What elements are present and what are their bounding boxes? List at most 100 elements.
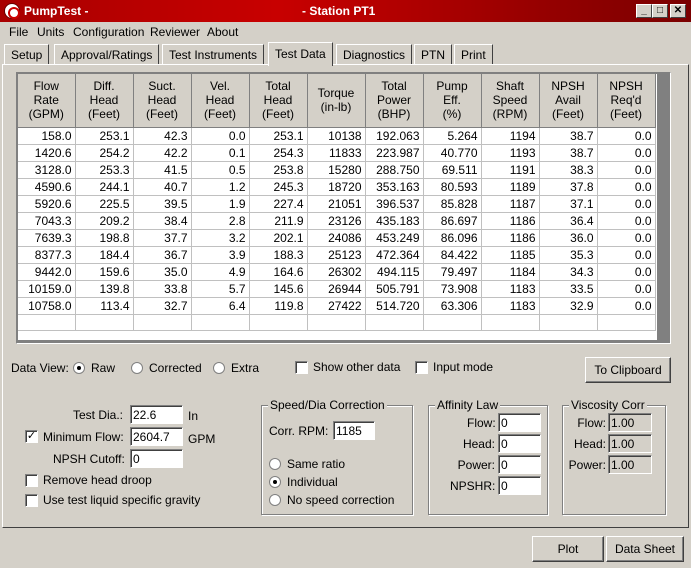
tab-print[interactable]: Print [454,44,493,64]
menu-units[interactable]: Units [37,25,64,39]
tab-approval-ratings[interactable]: Approval/Ratings [54,44,160,64]
table-row[interactable]: 7043.3 209.2 38.4 2.8 211.9 23126 435.183 86.69… [18,212,656,230]
table-cell[interactable]: 113.4 [75,297,134,315]
table-cell[interactable]: 9442.0 [18,263,76,281]
table-cell[interactable]: 79.497 [423,263,482,281]
tab-test-instruments[interactable]: Test Instruments [162,44,265,64]
table-cell[interactable]: 0.0 [597,246,656,264]
table-cell[interactable]: 1186 [481,229,540,247]
table-cell[interactable]: 26944 [307,280,366,298]
table-cell[interactable]: 253.1 [249,127,308,145]
table-row[interactable]: 5920.6 225.5 39.5 1.9 227.4 21051 396.537 85.82… [18,195,656,213]
table-cell[interactable]: 145.6 [249,280,308,298]
table-cell[interactable]: 80.593 [423,178,482,196]
table-row[interactable]: 10159.0 139.8 33.8 5.7 145.6 26944 505.791 73.9… [18,280,656,298]
table-cell[interactable]: 253.3 [75,161,134,179]
column-header[interactable]: Shaft Speed (RPM) [481,74,540,128]
table-cell[interactable]: 3.9 [191,246,250,264]
table-cell[interactable]: 10159.0 [18,280,76,298]
table-cell[interactable]: 33.5 [539,280,598,298]
npsh-cutoff-input[interactable]: 0 [130,449,183,468]
table-row[interactable] [18,314,656,332]
table-cell[interactable]: 4.9 [191,263,250,281]
table-cell[interactable]: 1194 [481,127,540,145]
table-cell[interactable]: 188.3 [249,246,308,264]
table-cell[interactable]: 84.422 [423,246,482,264]
table-cell[interactable]: 253.1 [75,127,134,145]
table-cell[interactable]: 3.2 [191,229,250,247]
table-cell[interactable]: 37.7 [133,229,192,247]
table-cell[interactable]: 223.987 [365,144,424,162]
table-cell[interactable]: 1184 [481,263,540,281]
table-cell[interactable]: 0.0 [597,161,656,179]
table-cell[interactable] [423,314,482,332]
table-cell[interactable]: 0.0 [597,127,656,145]
table-cell[interactable]: 73.908 [423,280,482,298]
table-cell[interactable]: 38.7 [539,127,598,145]
minimize-button[interactable]: _ [636,4,652,18]
table-row[interactable]: 4590.6 244.1 40.7 1.2 245.3 18720 353.163 80.59… [18,178,656,196]
table-cell[interactable]: 435.183 [365,212,424,230]
table-cell[interactable]: 198.8 [75,229,134,247]
table-cell[interactable]: 288.750 [365,161,424,179]
affinity-head-input[interactable]: 0 [498,434,541,453]
maximize-button[interactable]: □ [652,4,668,18]
minimum-flow-input[interactable]: 2604.7 [130,427,183,446]
table-cell[interactable]: 24086 [307,229,366,247]
table-cell[interactable]: 505.791 [365,280,424,298]
table-cell[interactable]: 38.7 [539,144,598,162]
table-cell[interactable]: 245.3 [249,178,308,196]
table-cell[interactable]: 1193 [481,144,540,162]
table-cell[interactable] [597,314,656,332]
table-cell[interactable]: 11833 [307,144,366,162]
column-header[interactable]: Total Head (Feet) [249,74,308,128]
table-cell[interactable]: 253.8 [249,161,308,179]
table-cell[interactable]: 202.1 [249,229,308,247]
menu-reviewer[interactable]: Reviewer [150,25,200,39]
table-cell[interactable]: 227.4 [249,195,308,213]
table-cell[interactable] [539,314,598,332]
table-cell[interactable]: 0.0 [597,195,656,213]
table-cell[interactable]: 36.4 [539,212,598,230]
no-speed-correction-radio[interactable] [269,494,281,506]
table-cell[interactable]: 38.3 [539,161,598,179]
table-cell[interactable]: 37.8 [539,178,598,196]
test-data-grid[interactable]: Flow Rate (GPM) Diff. Head (Feet) Suct. Head (Fe… [16,72,671,344]
table-cell[interactable]: 5.264 [423,127,482,145]
use-specific-gravity-checkbox[interactable] [25,494,38,507]
table-cell[interactable]: 69.511 [423,161,482,179]
table-cell[interactable]: 36.0 [539,229,598,247]
table-cell[interactable]: 159.6 [75,263,134,281]
table-cell[interactable]: 1183 [481,280,540,298]
table-cell[interactable]: 1.2 [191,178,250,196]
data-view-corrected-radio[interactable] [131,362,143,374]
tab-diagnostics[interactable]: Diagnostics [336,44,413,64]
table-cell[interactable]: 164.6 [249,263,308,281]
table-cell[interactable]: 472.364 [365,246,424,264]
table-cell[interactable]: 86.096 [423,229,482,247]
column-header[interactable]: Suct. Head (Feet) [133,74,192,128]
table-cell[interactable]: 23126 [307,212,366,230]
table-cell[interactable]: 15280 [307,161,366,179]
table-row[interactable]: 1420.6 254.2 42.2 0.1 254.3 11833 223.987 40.77… [18,144,656,162]
corr-rpm-input[interactable]: 1185 [333,421,375,440]
data-view-raw-radio[interactable] [73,362,85,374]
table-cell[interactable]: 0.0 [191,127,250,145]
table-cell[interactable]: 26302 [307,263,366,281]
minimum-flow-checkbox[interactable]: ✓ [25,430,38,443]
to-clipboard-button[interactable]: To Clipboard [585,357,671,383]
table-row[interactable]: 9442.0 159.6 35.0 4.9 164.6 26302 494.115 79.49… [18,263,656,281]
table-cell[interactable]: 10138 [307,127,366,145]
table-cell[interactable]: 33.8 [133,280,192,298]
table-cell[interactable]: 63.306 [423,297,482,315]
table-cell[interactable] [249,314,308,332]
individual-radio[interactable] [269,476,281,488]
table-cell[interactable]: 1189 [481,178,540,196]
column-header[interactable]: Pump Eff. (%) [423,74,482,128]
affinity-npshr-input[interactable]: 0 [498,476,541,495]
table-cell[interactable]: 36.7 [133,246,192,264]
table-cell[interactable]: 225.5 [75,195,134,213]
menu-file[interactable]: File [9,25,28,39]
table-cell[interactable]: 139.8 [75,280,134,298]
test-dia-input[interactable]: 22.6 [130,405,183,424]
